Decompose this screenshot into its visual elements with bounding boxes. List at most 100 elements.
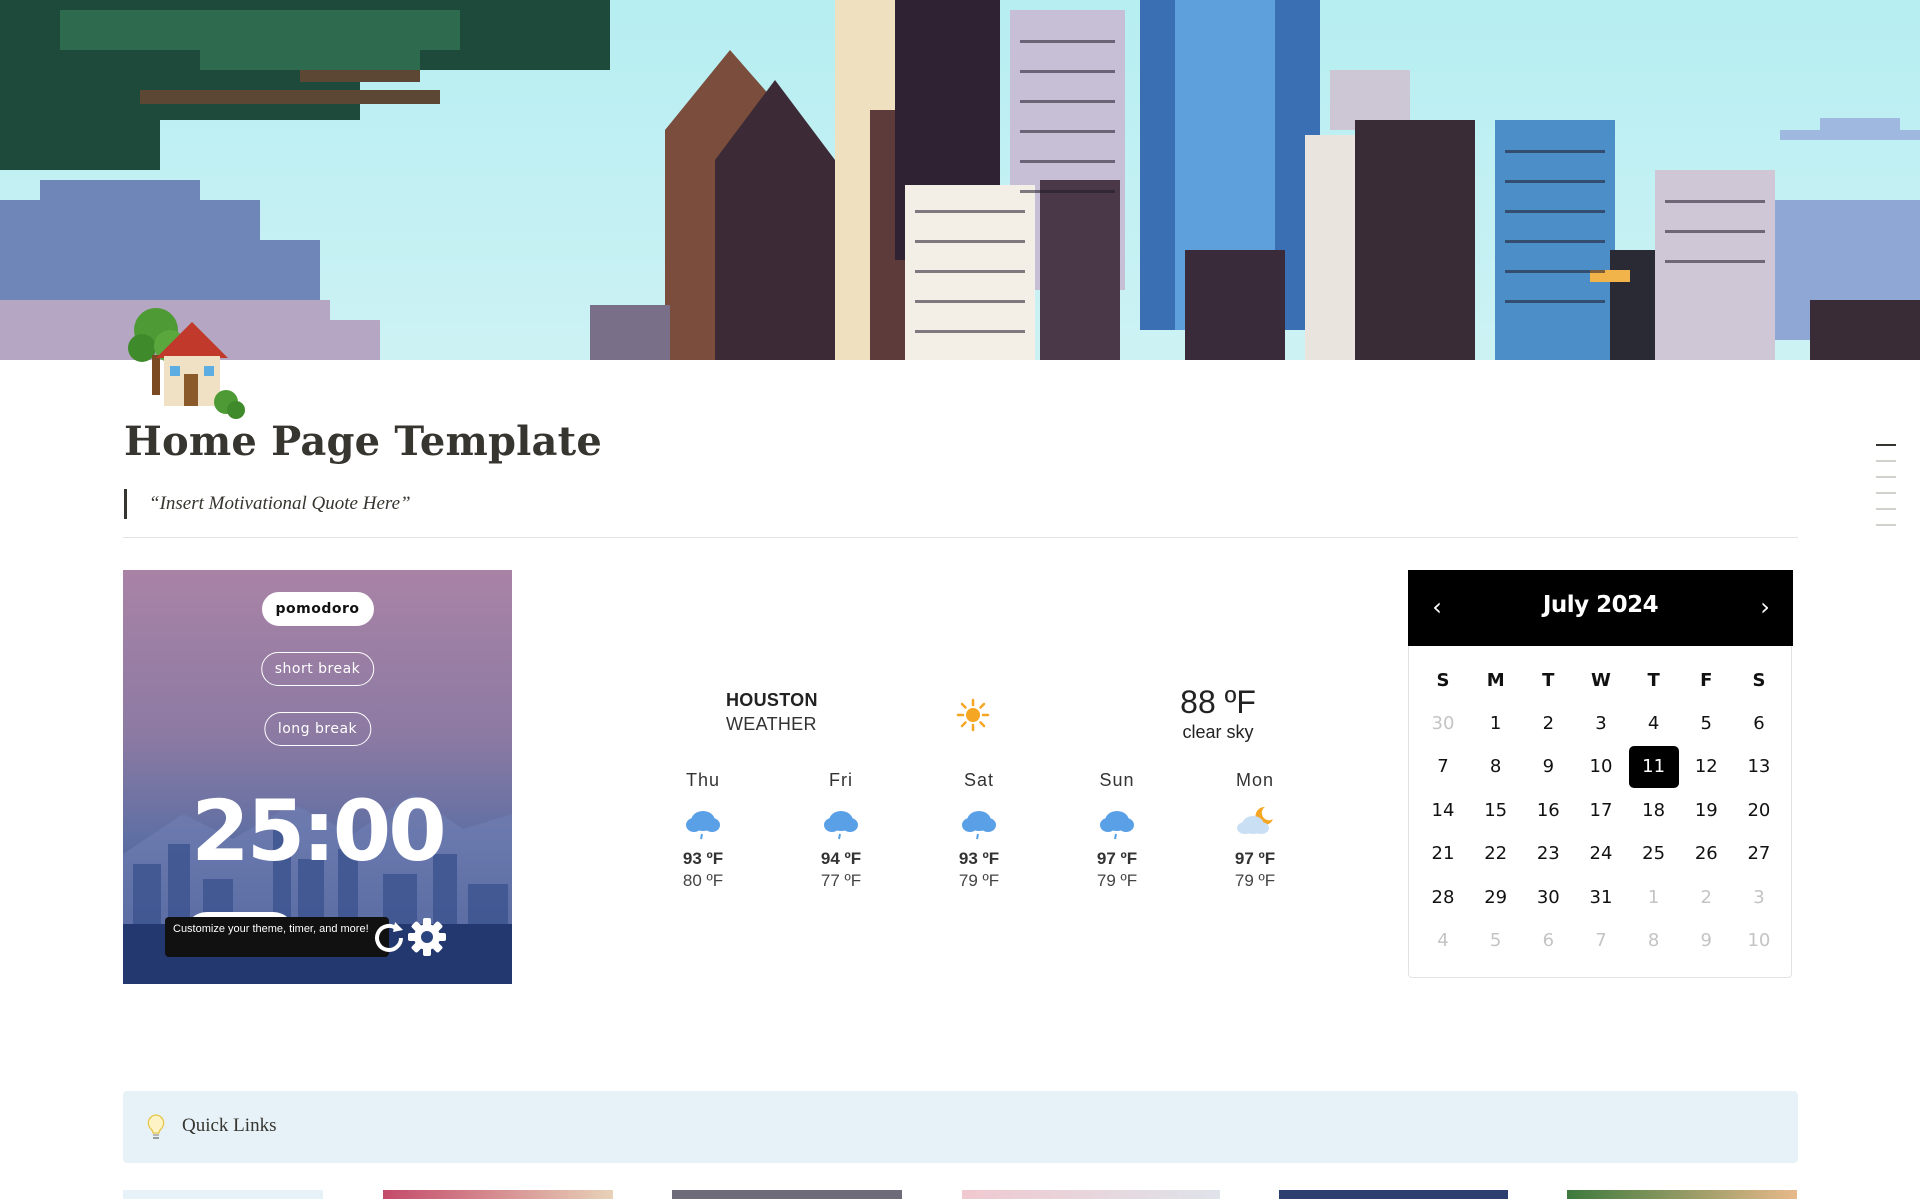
calendar-day-today[interactable]: 11: [1628, 745, 1679, 789]
calendar-day[interactable]: 1: [1471, 702, 1521, 745]
calendar-day[interactable]: 1: [1629, 876, 1679, 919]
calendar-header: ‹ July 2024 ›: [1408, 570, 1793, 646]
calendar-day-number: 15: [1484, 799, 1508, 821]
calendar-day-number: 9: [1700, 929, 1712, 951]
calendar-day[interactable]: 30: [1418, 702, 1468, 745]
forecast-day-name: Sun: [1099, 770, 1135, 790]
cover-image: [0, 0, 1920, 360]
calendar-day[interactable]: 5: [1681, 702, 1731, 745]
calendar-day[interactable]: 9: [1523, 745, 1573, 788]
calendar-day[interactable]: 10: [1734, 919, 1784, 962]
toc-line[interactable]: [1876, 444, 1896, 446]
gallery-card[interactable]: [1567, 1190, 1797, 1199]
toc-line[interactable]: [1876, 492, 1896, 494]
toc-line[interactable]: [1876, 524, 1896, 526]
calendar-day[interactable]: 24: [1576, 832, 1626, 875]
lightbulb-icon: [147, 1114, 165, 1139]
gallery-card[interactable]: [383, 1190, 613, 1199]
calendar-day[interactable]: 2: [1681, 876, 1731, 919]
gear-icon[interactable]: [406, 916, 448, 958]
calendar-day[interactable]: 9: [1681, 919, 1731, 962]
calendar-day[interactable]: 8: [1471, 745, 1521, 788]
calendar-day[interactable]: 7: [1418, 745, 1468, 788]
calendar-day[interactable]: 6: [1523, 919, 1573, 962]
sun-icon: [956, 698, 990, 732]
calendar-day[interactable]: 26: [1681, 832, 1731, 875]
reset-icon[interactable]: [371, 920, 407, 956]
calendar-day[interactable]: 4: [1418, 919, 1468, 962]
calendar-day-number: 6: [1753, 713, 1765, 734]
weekday-header: W: [1591, 670, 1611, 691]
calendar-day[interactable]: 21: [1418, 832, 1468, 875]
weather-subtitle: WEATHER: [726, 714, 817, 734]
calendar-day-number: 25: [1642, 843, 1666, 865]
short-break-mode-button[interactable]: short break: [260, 652, 375, 686]
long-break-mode-button[interactable]: long break: [263, 712, 372, 746]
gallery-card[interactable]: [1279, 1190, 1508, 1199]
motivational-quote[interactable]: “Insert Motivational Quote Here”: [124, 489, 411, 519]
calendar-day[interactable]: 4: [1629, 702, 1679, 745]
table-of-contents-outline[interactable]: [1876, 444, 1896, 540]
calendar-day[interactable]: 28: [1418, 876, 1468, 919]
calendar-day-number: 7: [1595, 929, 1607, 951]
calendar-day-number: 29: [1484, 886, 1508, 908]
forecast-high: 94 ºF: [820, 849, 862, 868]
calendar-day[interactable]: 16: [1523, 789, 1573, 832]
current-condition: clear sky: [1182, 722, 1254, 742]
calendar-day[interactable]: 3: [1734, 876, 1784, 919]
toc-line[interactable]: [1876, 508, 1896, 510]
quick-links-callout[interactable]: Quick Links: [123, 1091, 1798, 1163]
toc-line[interactable]: [1876, 460, 1896, 462]
calendar-day-number: 9: [1542, 756, 1555, 778]
calendar-day[interactable]: 6: [1734, 702, 1784, 745]
forecast-day: Thu 93 ºF 80 ºF: [643, 770, 763, 891]
forecast-day-name: Fri: [829, 770, 853, 790]
calendar-day[interactable]: 25: [1629, 832, 1679, 875]
calendar-day[interactable]: 15: [1471, 789, 1521, 832]
calendar-day[interactable]: 29: [1471, 876, 1521, 919]
weekday-header: S: [1436, 670, 1450, 691]
gallery-card[interactable]: [672, 1190, 902, 1199]
calendar-day[interactable]: 14: [1418, 789, 1468, 832]
calendar-day-number: 21: [1431, 843, 1455, 865]
house-tree-icon[interactable]: [126, 300, 250, 420]
calendar-day[interactable]: 2: [1523, 702, 1573, 745]
calendar-day[interactable]: 30: [1523, 876, 1573, 919]
calendar-day-number: 10: [1747, 929, 1771, 951]
calendar-day[interactable]: 3: [1576, 702, 1626, 745]
calendar-day[interactable]: 22: [1471, 832, 1521, 875]
calendar-day[interactable]: 13: [1734, 745, 1784, 788]
forecast-day: Fri 94 ºF 77 ºF: [781, 770, 901, 891]
calendar-day[interactable]: 5: [1471, 919, 1521, 962]
calendar-day[interactable]: 7: [1576, 919, 1626, 962]
calendar-day-number: 8: [1489, 756, 1502, 778]
calendar-day[interactable]: 20: [1734, 789, 1784, 832]
calendar-day[interactable]: 12: [1681, 745, 1731, 788]
forecast-high: 97 ºF: [1234, 849, 1276, 868]
gallery-card[interactable]: [962, 1190, 1220, 1199]
calendar-day[interactable]: 31: [1576, 876, 1626, 919]
calendar-day[interactable]: 23: [1523, 832, 1573, 875]
calendar-day[interactable]: 27: [1734, 832, 1784, 875]
calendar-day-number: 8: [1647, 929, 1660, 951]
toc-line[interactable]: [1876, 476, 1896, 478]
calendar-grid: S M T W T F S 30 1 2 3 4 5 6 7 8 9 10 11 12 13 14 15 16 17 18 19 20…: [1418, 666, 1784, 962]
calendar-day[interactable]: 18: [1629, 789, 1679, 832]
pomodoro-mode-button[interactable]: pomodoro: [261, 592, 374, 626]
calendar-day[interactable]: 10: [1576, 745, 1626, 788]
calendar-day-number: 10: [1589, 756, 1613, 778]
weekday-header: T: [1542, 670, 1555, 691]
calendar-day-number: 30: [1431, 713, 1455, 734]
calendar-day-number: 2: [1700, 886, 1712, 908]
gallery-card[interactable]: [123, 1190, 323, 1199]
calendar-day[interactable]: 19: [1681, 789, 1731, 832]
page-title[interactable]: Home Page Template: [124, 418, 602, 465]
calendar-month-label: July 2024: [1542, 592, 1659, 618]
calendar-day-number: 14: [1431, 799, 1455, 821]
calendar-day-number: 5: [1700, 713, 1712, 734]
calendar-day-number: 23: [1536, 843, 1560, 865]
weather-city: HOUSTON: [726, 690, 818, 710]
calendar-day[interactable]: 17: [1576, 789, 1626, 832]
calendar-day[interactable]: 8: [1629, 919, 1679, 962]
chevron-right-icon[interactable]: ›: [1750, 592, 1780, 624]
